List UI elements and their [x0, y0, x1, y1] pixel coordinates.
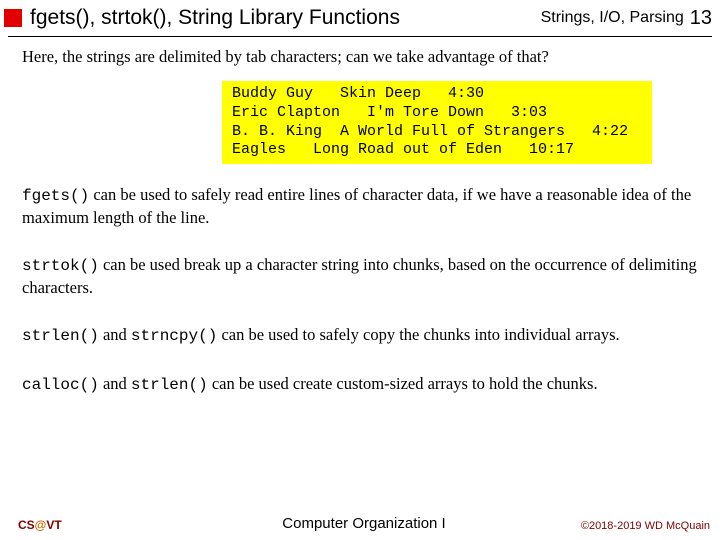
para-text: can be used create custom-sized arrays t… [208, 374, 598, 393]
footer-org-prefix: CS [18, 518, 35, 532]
footer-center: Computer Organization I [249, 515, 480, 532]
paragraph-fgets: fgets() can be used to safely read entir… [22, 184, 698, 228]
para-text: can be used to safely copy the chunks in… [217, 325, 619, 344]
accent-square [4, 9, 22, 27]
code-token: strncpy() [131, 327, 217, 345]
sample-data-block: Buddy Guy Skin Deep 4:30 Eric Clapton I'… [222, 81, 652, 164]
footer-at-symbol: @ [35, 518, 47, 532]
slide-header: fgets(), strtok(), String Library Functi… [0, 0, 720, 34]
slide-content: Here, the strings are delimited by tab c… [0, 37, 720, 396]
paragraph-strtok: strtok() can be used break up a characte… [22, 254, 698, 298]
para-text: can be used break up a character string … [22, 255, 697, 297]
code-token: fgets() [22, 187, 89, 205]
para-text: and [99, 325, 131, 344]
slide-footer: CS@VT Computer Organization I ©2018-2019… [0, 515, 720, 532]
code-token: strlen() [131, 376, 208, 394]
para-text: and [99, 374, 131, 393]
code-token: calloc() [22, 376, 99, 394]
paragraph-strlen-strncpy: strlen() and strncpy() can be used to sa… [22, 324, 698, 347]
intro-text: Here, the strings are delimited by tab c… [22, 47, 698, 67]
footer-copyright: ©2018-2019 WD McQuain [479, 520, 710, 532]
slide-title: fgets(), strtok(), String Library Functi… [30, 6, 541, 30]
footer-left: CS@VT [18, 518, 249, 532]
footer-org-suffix: VT [46, 518, 61, 532]
code-line: Eric Clapton I'm Tore Down 3:03 [232, 104, 547, 121]
paragraph-calloc-strlen: calloc() and strlen() can be used create… [22, 373, 698, 396]
page-number: 13 [690, 7, 712, 30]
code-token: strtok() [22, 257, 99, 275]
breadcrumb: Strings, I/O, Parsing [541, 9, 684, 27]
code-token: strlen() [22, 327, 99, 345]
code-line: Buddy Guy Skin Deep 4:30 [232, 85, 484, 102]
para-text: can be used to safely read entire lines … [22, 185, 691, 227]
code-line: B. B. King A World Full of Strangers 4:2… [232, 123, 628, 140]
code-line: Eagles Long Road out of Eden 10:17 [232, 141, 574, 158]
